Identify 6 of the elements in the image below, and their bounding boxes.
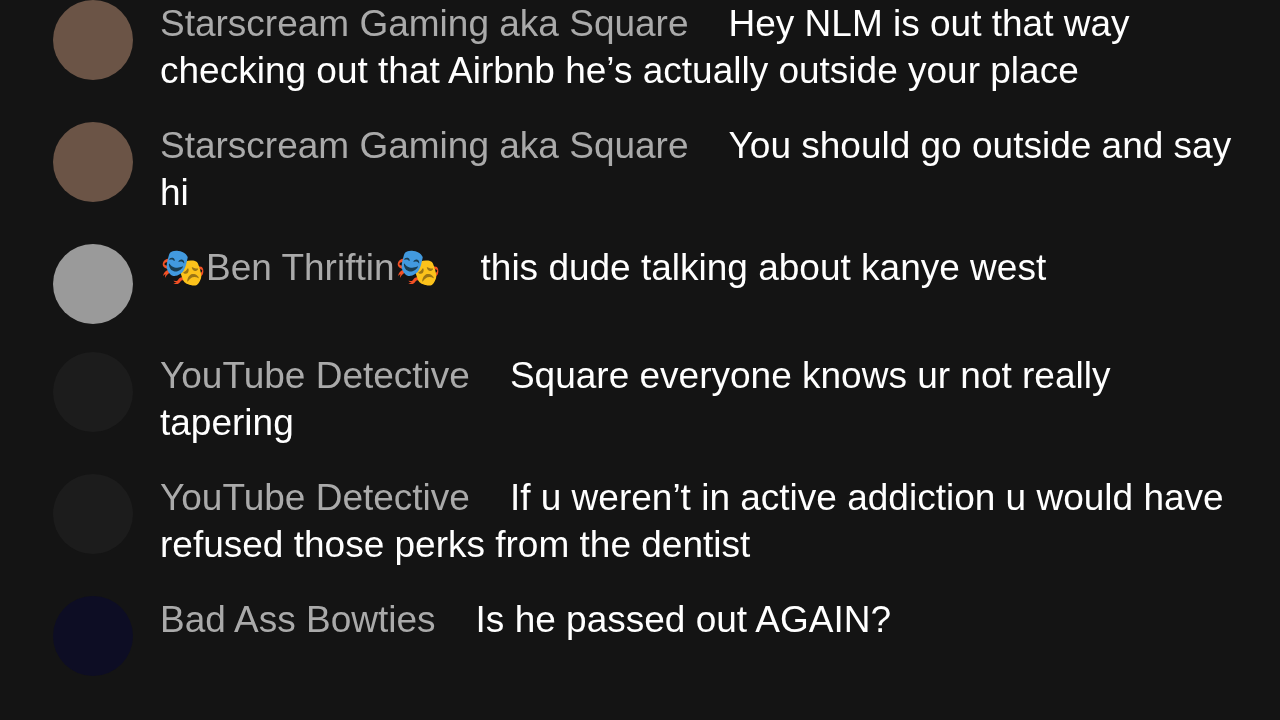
chat-message: YouTube Detective Square everyone knows ur not really tapering xyxy=(160,354,1112,445)
chat-message: Bad Ass Bowties Is he passed out AGAIN? xyxy=(160,598,892,642)
chat-message: Starscream Gaming aka Square Hey NLM is out that way checking out that Airbnb he’s actually outside your place xyxy=(160,2,1131,93)
chat-message: 🎭Ben Thriftin🎭 this dude talking about kanye west xyxy=(160,246,1047,290)
chat-message: YouTube Detective If u weren’t in active addiction u would have refused those perks from the dentist xyxy=(160,476,1225,567)
chat-message: Starscream Gaming aka Square You should go outside and say hi xyxy=(160,124,1233,215)
